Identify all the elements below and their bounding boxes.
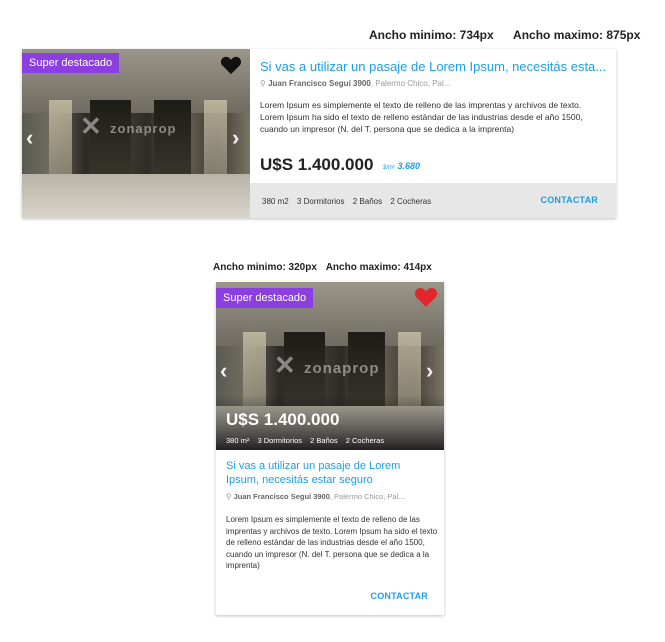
listing-features: 380 m² 3 Dormitorios 2 Baños 2 Cocheras: [226, 436, 384, 445]
feature-garages: 2 Cocheras: [345, 436, 385, 445]
watermark-text: zonaprop: [304, 360, 380, 377]
feature-bathrooms: 2 Baños: [352, 197, 383, 206]
listing-address: ⚲ Juan Francisco Seguí 3900, Palermo Chi…: [226, 492, 405, 501]
wide-min-width-label: Ancho minimo: 734px: [369, 28, 494, 42]
feature-area: 380 m²: [226, 436, 250, 445]
listing-description: Lorem Ipsum es simplemente el texto de r…: [226, 515, 438, 570]
heart-icon[interactable]: [220, 55, 242, 80]
wide-card-limits: Ancho minimo: 734px Ancho maximo: 875px: [369, 28, 640, 42]
contact-button[interactable]: CONTACTAR: [541, 195, 598, 205]
listing-features: 380 m2 3 Dormitorios 2 Baños 2 Cocheras: [262, 197, 431, 206]
listing-photo[interactable]: ✕ zonaprop Super destacado ‹ › U$S 1.400…: [216, 282, 444, 450]
listing-address: ⚲ Juan Francisco Seguí 3900, Palermo Chi…: [260, 79, 450, 88]
feature-bathrooms: 2 Baños: [310, 436, 338, 445]
feature-bedrooms: 3 Dormitorios: [257, 436, 303, 445]
listing-price: U$S 1.400.000: [260, 155, 374, 174]
address-street: Juan Francisco Seguí 3900: [268, 79, 371, 88]
listing-photo[interactable]: ✕ zonaprop Super destacado ‹ ›: [22, 49, 250, 218]
narrow-min-width-label: Ancho minimo: 320px: [213, 262, 317, 273]
price-per-m2: $/m² 3.680: [383, 161, 420, 171]
listing-title[interactable]: Si vas a utilizar un pasaje de Lorem Ips…: [226, 459, 431, 487]
listing-title[interactable]: Si vas a utilizar un pasaje de Lorem Ips…: [260, 59, 606, 74]
listing-description: Lorem Ipsum es simplemente el texto de r…: [260, 100, 583, 134]
listing-card-wide[interactable]: ✕ zonaprop Super destacado ‹ › Si vas a …: [22, 49, 616, 218]
featured-badge: Super destacado: [216, 288, 314, 308]
heart-icon[interactable]: [414, 286, 438, 313]
price-per-m2-unit: $/m²: [383, 165, 395, 171]
address-rest: , Palermo Chico, Pal...: [370, 79, 451, 88]
location-pin-icon: ⚲: [260, 79, 266, 88]
wide-max-width-label: Ancho maximo: 875px: [513, 28, 641, 42]
listing-footer: 380 m2 3 Dormitorios 2 Baños 2 Cocheras …: [250, 183, 616, 218]
chevron-left-icon[interactable]: ‹: [220, 360, 227, 382]
listing-price: U$S 1.400.000: [226, 410, 340, 429]
address-rest: , Palermo Chico, Pal...: [329, 492, 405, 501]
address-street: Juan Francisco Seguí 3900: [233, 492, 330, 501]
feature-garages: 2 Cocheras: [390, 197, 432, 206]
feature-bedrooms: 3 Dormitorios: [296, 197, 345, 206]
chevron-left-icon[interactable]: ‹: [26, 127, 33, 149]
feature-area: 380 m2: [262, 197, 289, 206]
chevron-right-icon[interactable]: ›: [232, 127, 239, 149]
narrow-max-width-label: Ancho maximo: 414px: [325, 262, 432, 273]
contact-button[interactable]: CONTACTAR: [371, 591, 428, 601]
watermark-text: zonaprop: [110, 121, 177, 136]
location-pin-icon: ⚲: [226, 492, 232, 501]
price-per-m2-value: 3.680: [397, 161, 421, 171]
listing-card-narrow[interactable]: ✕ zonaprop Super destacado ‹ › U$S 1.400…: [216, 282, 444, 615]
narrow-card-limits: Ancho minimo: 320px Ancho maximo: 414px: [213, 262, 432, 273]
chevron-right-icon[interactable]: ›: [426, 360, 433, 382]
featured-badge: Super destacado: [22, 53, 120, 73]
